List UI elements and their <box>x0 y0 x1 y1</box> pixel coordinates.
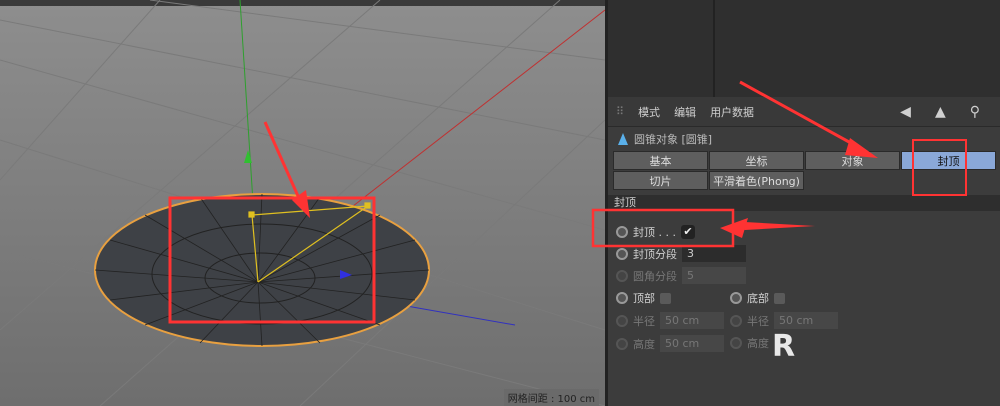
top-checkbox[interactable] <box>660 292 671 304</box>
top-radius-label: 半径 <box>633 314 655 328</box>
attribute-manager: ⠿ 模式 编辑 用户数据 ◀ ▲ ⚲ 圆锥对象 [圆锥] 基本 坐标 对象 封顶 切… <box>605 97 1000 406</box>
object-title: 圆锥对象 [圆锥] <box>634 133 713 146</box>
bottom-height-row: 高度 <box>730 335 769 351</box>
grid-spacing-label: 网格间距 : 100 cm <box>503 389 599 406</box>
menu-edit[interactable]: 编辑 <box>674 104 696 120</box>
search-icon[interactable]: ⚲ <box>970 104 980 120</box>
tab-phong[interactable]: 平滑着色(Phong) <box>709 171 804 190</box>
top-height-label: 高度 <box>633 337 655 351</box>
caps-row: 封顶 . . . ✔ <box>616 224 695 240</box>
bottom-radius-input[interactable]: 50 cm <box>774 312 838 329</box>
bottom-radius-label: 半径 <box>747 314 769 328</box>
bottom-label: 底部 <box>747 292 769 305</box>
bottom-checkbox[interactable] <box>774 292 785 304</box>
up-arrow-icon[interactable]: ▲ <box>935 104 946 120</box>
keyframe-radio[interactable] <box>730 314 742 327</box>
keyframe-radio[interactable] <box>730 292 742 304</box>
tab-basic[interactable]: 基本 <box>613 151 708 170</box>
keyframe-radio[interactable] <box>616 226 628 238</box>
menu-mode[interactable]: 模式 <box>638 104 660 120</box>
keyframe-radio[interactable] <box>616 292 628 304</box>
top-row: 顶部 <box>616 290 671 306</box>
fillet-segments-label: 圆角分段 <box>633 269 677 283</box>
tab-coord[interactable]: 坐标 <box>709 151 804 170</box>
keyframe-radio[interactable] <box>730 337 742 349</box>
cap-segments-input[interactable]: 3 <box>682 245 746 262</box>
tab-caps[interactable]: 封顶 <box>901 151 996 170</box>
top-radius-input[interactable]: 50 cm <box>660 312 724 329</box>
section-header: 封顶 <box>608 195 1000 211</box>
keyframe-radio[interactable] <box>616 247 628 260</box>
keyframe-radio[interactable] <box>616 269 628 282</box>
top-label: 顶部 <box>633 292 655 305</box>
cap-segments-label: 封顶分段 <box>633 247 677 261</box>
top-height-row: 高度 50 cm <box>616 335 724 352</box>
top-height-input[interactable]: 50 cm <box>660 335 724 352</box>
fillet-segments-row: 圆角分段 5 <box>616 267 746 284</box>
fillet-segments-input[interactable]: 5 <box>682 267 746 284</box>
keyframe-radio[interactable] <box>616 337 628 350</box>
top-radius-row: 半径 50 cm <box>616 312 724 329</box>
caps-label: 封顶 . . . <box>633 226 676 239</box>
object-manager[interactable] <box>605 0 1000 97</box>
bottom-height-label: 高度 <box>747 337 769 350</box>
menu-user-data[interactable]: 用户数据 <box>710 104 754 120</box>
attribute-tabs: 基本 坐标 对象 封顶 切片 平滑着色(Phong) <box>613 151 1000 190</box>
3d-viewport[interactable] <box>0 0 605 406</box>
back-arrow-icon[interactable]: ◀ <box>900 104 911 120</box>
cone-icon <box>618 133 628 145</box>
bottom-radius-row: 半径 50 cm <box>730 312 838 329</box>
grid-handle-icon: ⠿ <box>616 105 625 118</box>
tab-slice[interactable]: 切片 <box>613 171 708 190</box>
cap-segments-row: 封顶分段 3 <box>616 245 746 262</box>
tab-object[interactable]: 对象 <box>805 151 900 170</box>
keyframe-radio[interactable] <box>616 314 628 327</box>
bottom-row: 底部 <box>730 290 785 306</box>
caps-checkbox[interactable]: ✔ <box>680 225 695 239</box>
attribute-menubar: ⠿ 模式 编辑 用户数据 ◀ ▲ ⚲ <box>608 97 1000 127</box>
